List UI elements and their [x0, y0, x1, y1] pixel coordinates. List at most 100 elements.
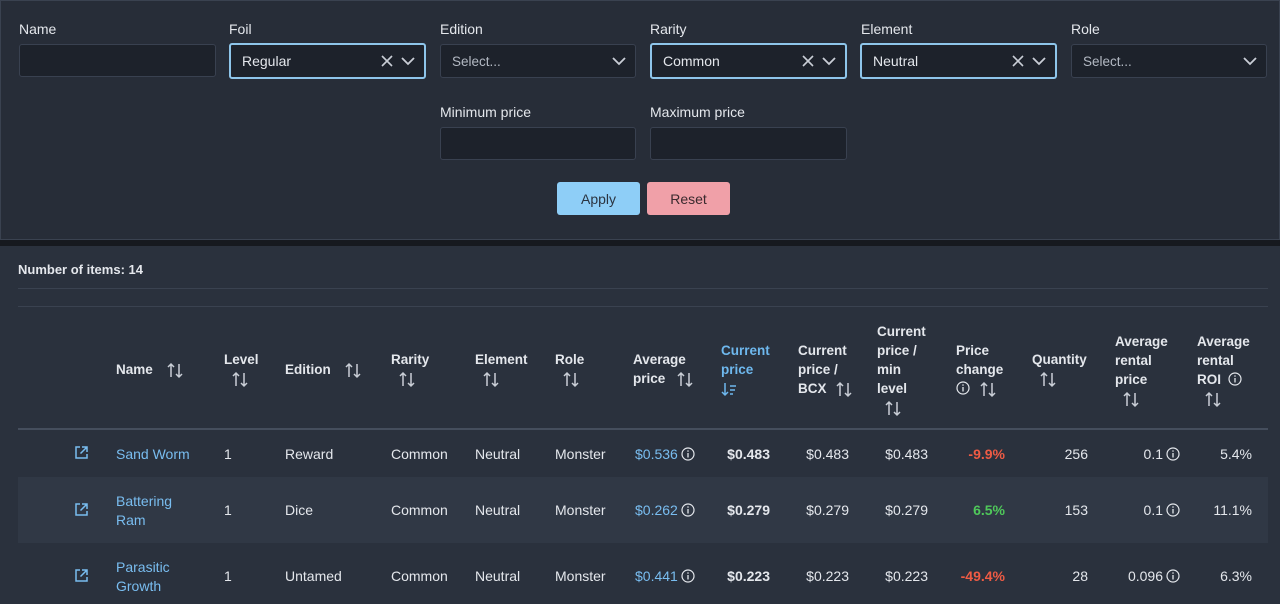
divider [18, 306, 1268, 307]
info-icon[interactable] [1166, 447, 1180, 461]
cell-element: Neutral [475, 446, 521, 462]
column-header-label: rental [1115, 353, 1152, 368]
external-link-icon[interactable] [74, 502, 89, 517]
table-row[interactable]: Sand Worm 1 Reward Common Neutral Monste… [18, 430, 1268, 477]
card-name-link[interactable]: Sand Worm [116, 445, 190, 464]
role-select-placeholder: Select... [1083, 53, 1132, 69]
chevron-down-icon[interactable] [400, 54, 416, 68]
info-icon[interactable] [1166, 503, 1180, 517]
sort-icon[interactable] [232, 371, 248, 388]
edition-select[interactable]: Select... [440, 44, 636, 78]
column-header-name[interactable]: Name [116, 360, 183, 379]
sort-icon[interactable] [344, 362, 361, 379]
info-icon[interactable] [681, 569, 695, 583]
rarity-select[interactable]: Common [650, 43, 847, 79]
cell-level: 1 [224, 502, 232, 518]
min-price-label: Minimum price [440, 104, 532, 120]
sort-icon[interactable] [980, 381, 996, 398]
cell-price-change: 6.5% [973, 502, 1005, 518]
column-header-label: ROI [1197, 372, 1222, 387]
filter-panel: Name Foil Regular Edition Select... Rari… [0, 0, 1280, 240]
column-header-label: Quantity [1032, 352, 1087, 367]
max-price-input[interactable] [650, 127, 847, 160]
rental-price-value: 0.096 [1127, 568, 1163, 584]
column-header-label: Rarity [391, 352, 430, 367]
clear-icon[interactable] [380, 54, 394, 68]
chevron-down-icon[interactable] [1031, 54, 1047, 68]
element-filter-label: Element [861, 21, 913, 37]
rental-price-value: 0.1 [1143, 502, 1163, 518]
clear-icon[interactable] [801, 54, 815, 68]
info-icon[interactable] [681, 447, 695, 461]
min-price-input[interactable] [440, 127, 636, 160]
external-link-icon[interactable] [74, 445, 89, 460]
edition-filter-label: Edition [440, 21, 483, 37]
name-filter-input[interactable] [19, 44, 216, 77]
rarity-filter-label: Rarity [650, 21, 687, 37]
cell-rarity: Common [391, 446, 448, 462]
column-header-element[interactable]: Element [475, 350, 528, 388]
card-name-link[interactable]: Parasitic Growth [116, 558, 170, 596]
column-header-rarity[interactable]: Rarity [391, 350, 429, 388]
sort-icon[interactable] [1040, 371, 1056, 388]
column-header-price-per-bcx[interactable]: Current price / BCX [798, 341, 852, 398]
card-name-link[interactable]: Battering Ram [116, 492, 172, 530]
column-header-level[interactable]: Level [224, 350, 259, 388]
chevron-down-icon[interactable] [1242, 54, 1258, 68]
column-header-label: min [877, 362, 902, 377]
info-icon[interactable] [1228, 372, 1242, 386]
sort-icon[interactable] [563, 371, 579, 388]
column-header-label: Role [555, 352, 585, 367]
foil-select[interactable]: Regular [229, 43, 426, 79]
cell-rental-roi: 6.3% [1220, 568, 1252, 584]
sort-icon[interactable] [167, 362, 183, 379]
sort-icon[interactable] [1123, 391, 1139, 408]
cell-average-price[interactable]: $0.441 [635, 567, 695, 586]
column-header-label: Price [956, 343, 990, 358]
cell-rarity: Common [391, 502, 448, 518]
element-select[interactable]: Neutral [860, 43, 1057, 79]
external-link-icon[interactable] [74, 568, 89, 583]
info-icon[interactable] [956, 381, 970, 395]
column-header-price-per-min-level[interactable]: Current price / min level [877, 322, 926, 417]
column-header-average-rental-price[interactable]: Average rental price [1115, 332, 1168, 408]
column-header-quantity[interactable]: Quantity [1032, 350, 1087, 388]
cell-average-price[interactable]: $0.536 [635, 445, 695, 464]
chevron-down-icon[interactable] [611, 54, 627, 68]
sort-icon[interactable] [399, 371, 415, 388]
column-header-label: price / [798, 362, 838, 377]
sort-icon[interactable] [1205, 391, 1221, 408]
card-name-line: Ram [116, 512, 146, 528]
sort-icon[interactable] [836, 381, 852, 398]
clear-icon[interactable] [1011, 54, 1025, 68]
card-name-line: Growth [116, 578, 162, 594]
apply-button[interactable]: Apply [557, 182, 640, 215]
role-select[interactable]: Select... [1071, 44, 1267, 78]
column-header-edition[interactable]: Edition [285, 360, 361, 379]
divider [18, 288, 1268, 289]
table-row[interactable]: Battering Ram 1 Dice Common Neutral Mons… [18, 477, 1268, 543]
sort-icon[interactable] [677, 371, 693, 388]
column-header-average-price[interactable]: Average price [633, 350, 693, 388]
info-icon[interactable] [1166, 569, 1180, 583]
column-header-role[interactable]: Role [555, 350, 584, 388]
info-icon[interactable] [681, 503, 695, 517]
sort-icon[interactable] [483, 371, 499, 388]
column-header-label: Average [1197, 334, 1250, 349]
cell-quantity: 153 [1064, 502, 1088, 518]
cell-current-price: $0.279 [727, 502, 770, 518]
column-header-price-change[interactable]: Price change [956, 341, 1003, 398]
chevron-down-icon[interactable] [821, 54, 837, 68]
column-header-label: price / [877, 343, 917, 358]
column-header-average-rental-roi[interactable]: Average rental ROI [1197, 332, 1250, 408]
cell-current-price: $0.223 [727, 568, 770, 584]
sort-descending-icon[interactable] [721, 381, 737, 397]
table-row[interactable]: Parasitic Growth 1 Untamed Common Neutra… [18, 543, 1268, 604]
cell-average-price[interactable]: $0.262 [635, 501, 695, 520]
cell-role: Monster [555, 446, 606, 462]
column-header-current-price[interactable]: Current price [721, 341, 770, 398]
reset-button[interactable]: Reset [647, 182, 730, 215]
column-header-label: Current [798, 343, 847, 358]
cell-edition: Untamed [285, 568, 342, 584]
sort-icon[interactable] [885, 400, 901, 417]
